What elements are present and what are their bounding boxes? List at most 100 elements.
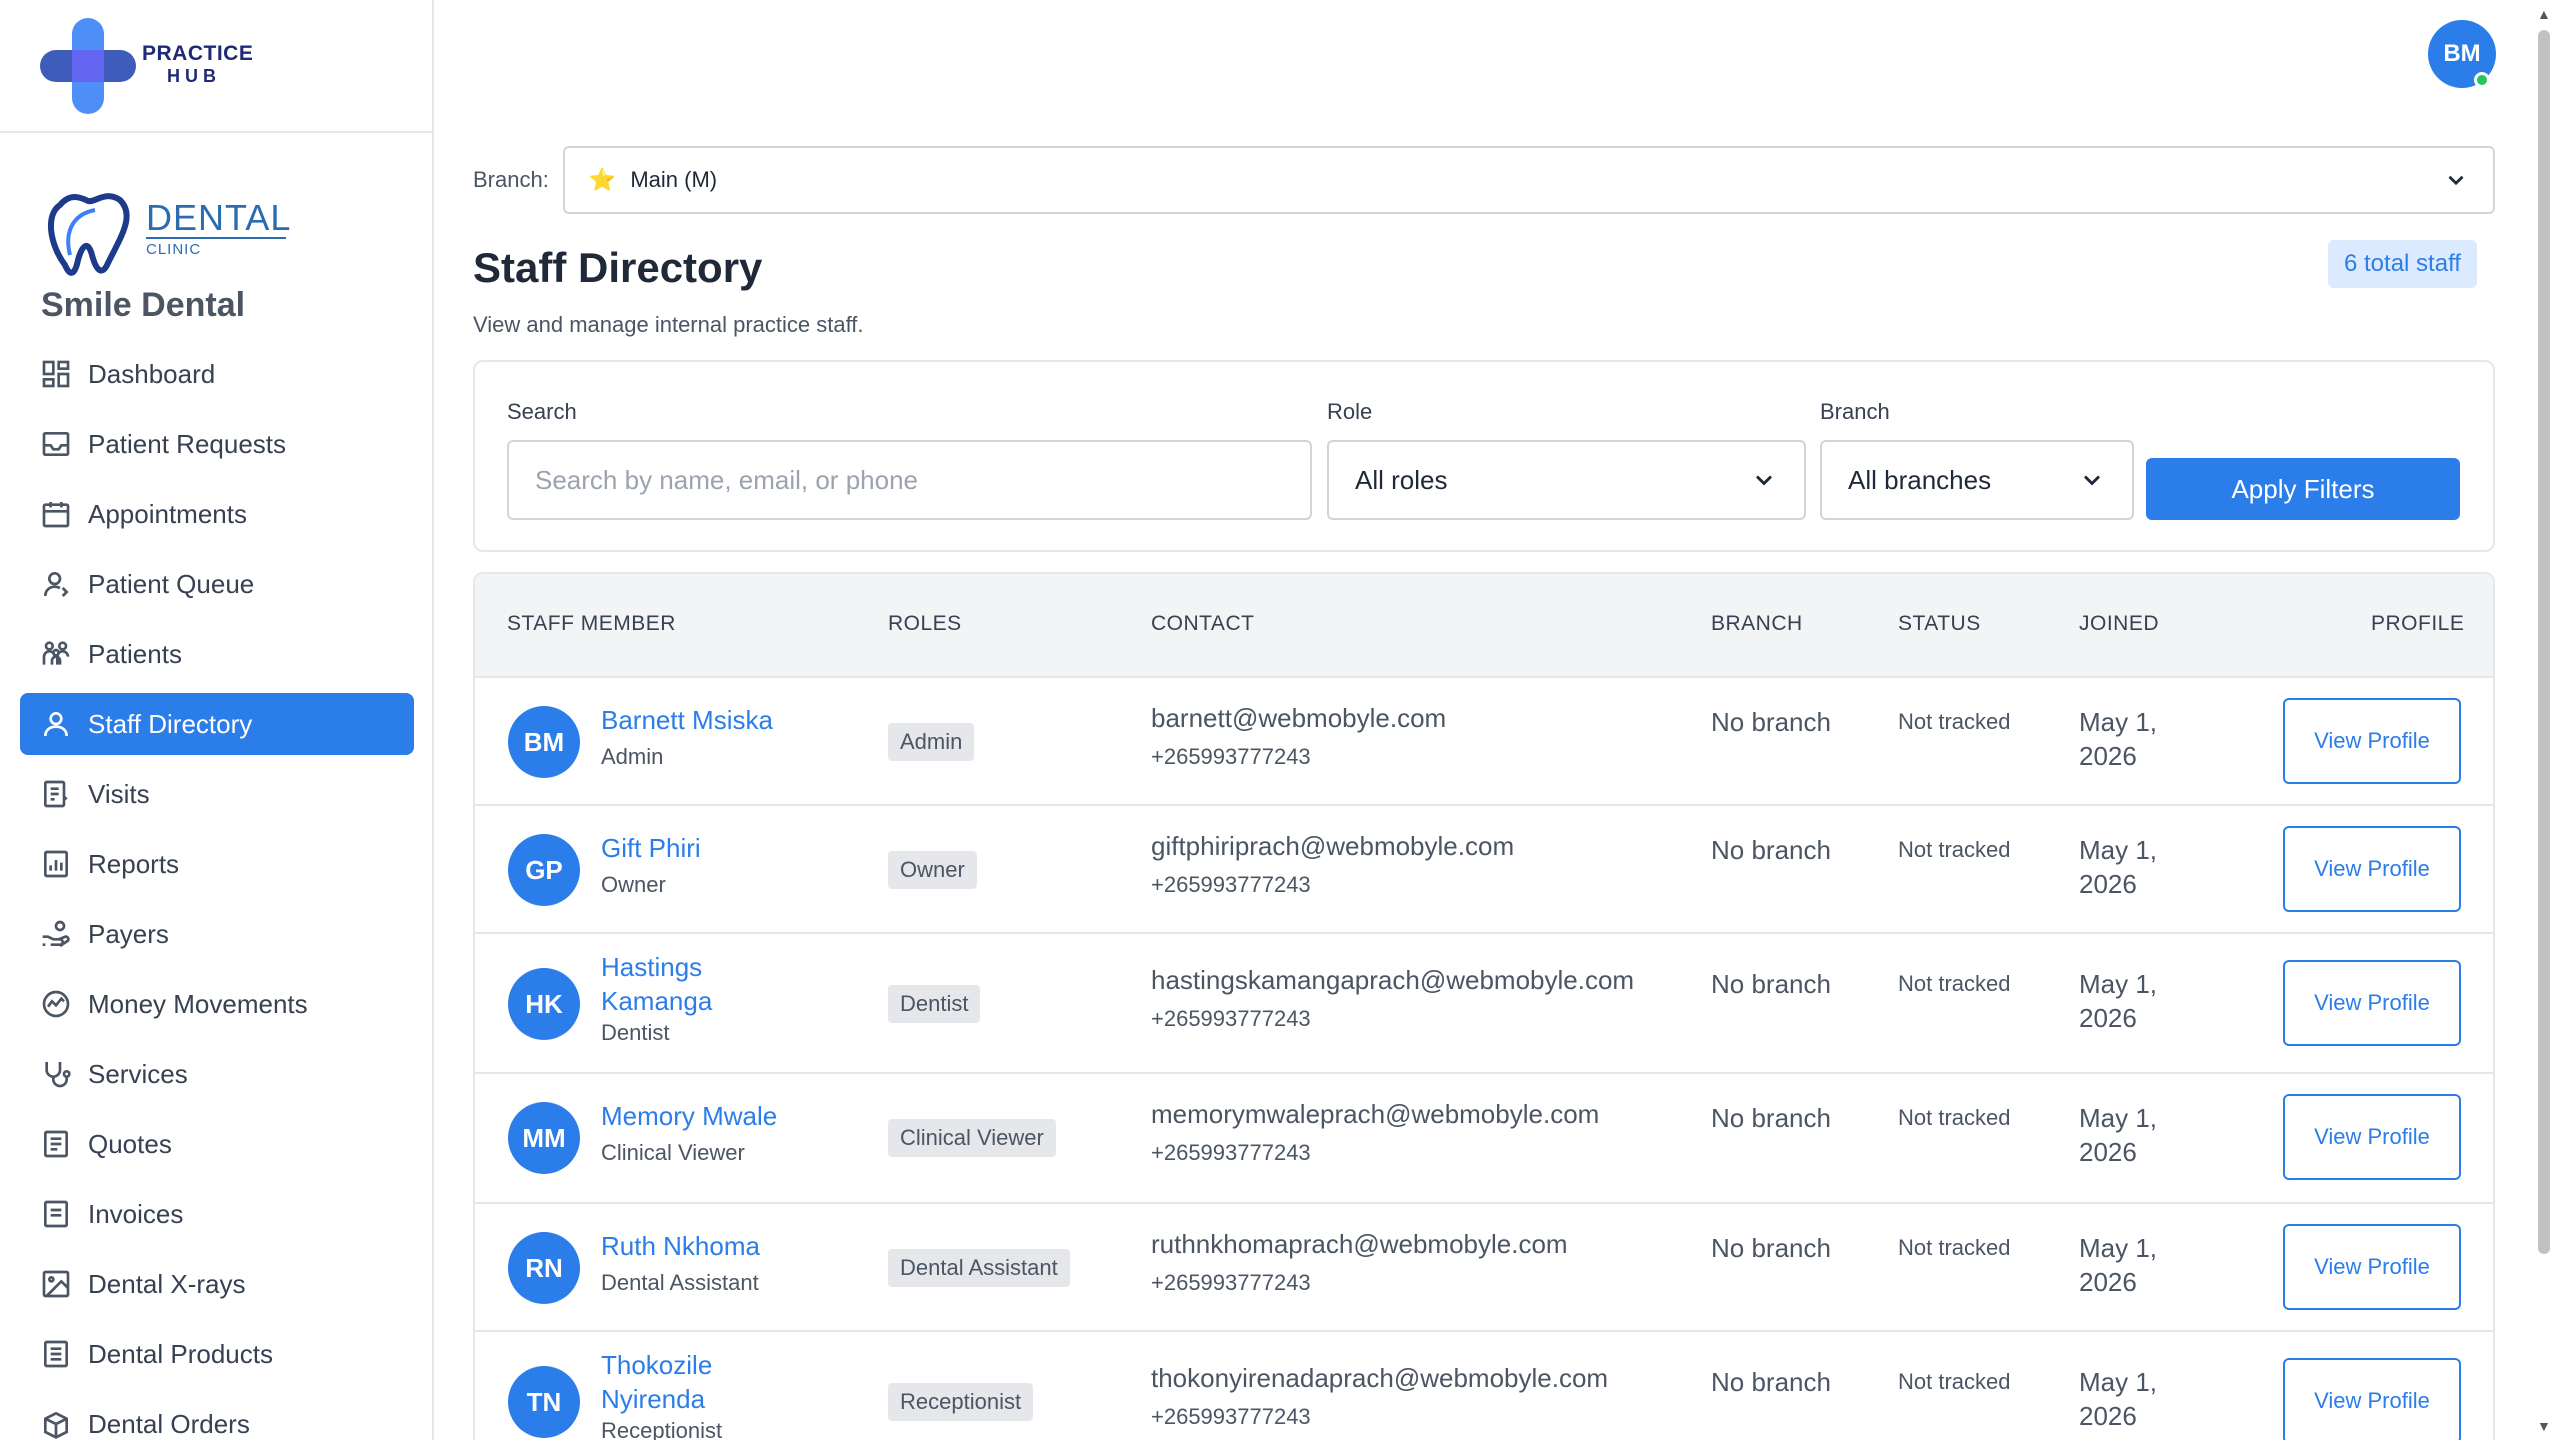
sidebar-item-visits[interactable]: Visits (20, 763, 414, 825)
sidebar-item-dental-orders[interactable]: Dental Orders (20, 1393, 414, 1440)
clipboard-icon (40, 778, 72, 810)
sidebar-item-reports[interactable]: Reports (20, 833, 414, 895)
chevron-down-icon (1755, 475, 1773, 486)
document-icon (40, 1128, 72, 1160)
branch-filter-select[interactable]: All branches (1820, 440, 2134, 520)
dashboard-icon (40, 358, 72, 390)
staff-name-link[interactable]: Barnett Msiska (601, 703, 801, 737)
sidebar-item-patient-requests[interactable]: Patient Requests (20, 413, 414, 475)
column-header-contact: CONTACT (1151, 612, 1255, 635)
sidebar-item-label: Patient Requests (88, 428, 287, 459)
staff-role-text: Dentist (601, 1020, 670, 1045)
sidebar-item-label: Payers (88, 918, 169, 949)
view-profile-button[interactable]: View Profile (2283, 960, 2461, 1046)
search-input[interactable]: Search by name, email, or phone (507, 440, 1312, 520)
sidebar-item-label: Invoices (88, 1198, 184, 1229)
online-status-dot (2474, 72, 2490, 88)
staff-email: ruthnkhomaprach@webmobyle.com (1151, 1229, 1568, 1259)
staff-branch: No branch (1711, 1103, 1831, 1133)
avatar: BM (508, 706, 580, 778)
staff-role-text: Admin (601, 744, 664, 769)
sidebar-item-services[interactable]: Services (20, 1043, 414, 1105)
staff-phone: +265993777243 (1151, 744, 1311, 769)
branch-filter-label: Branch (1820, 399, 1890, 424)
staff-name-link[interactable]: Thokozile Nyirenda (601, 1348, 801, 1416)
view-profile-button[interactable]: View Profile (2283, 826, 2461, 912)
sidebar-item-staff-directory[interactable]: Staff Directory (20, 693, 414, 755)
view-profile-button[interactable]: View Profile (2283, 698, 2461, 784)
staff-phone: +265993777243 (1151, 1006, 1311, 1031)
chevron-down-icon (2448, 175, 2464, 186)
sidebar-item-label: Reports (88, 848, 180, 879)
money-flow-icon (40, 988, 72, 1020)
practice-hub-wordmark: PRACTICE HUB (142, 42, 253, 88)
role-select[interactable]: All roles (1327, 440, 1806, 520)
table-row: MM Memory Mwale Clinical Viewer Clinical… (475, 1074, 2493, 1204)
sidebar-item-dashboard[interactable]: Dashboard (20, 343, 414, 405)
sidebar-item-dental-products[interactable]: Dental Products (20, 1323, 414, 1385)
total-staff-badge: 6 total staff (2328, 240, 2477, 288)
staff-name-link[interactable]: Gift Phiri (601, 831, 801, 865)
stethoscope-icon (40, 1058, 72, 1090)
sidebar-item-patients[interactable]: Patients (20, 623, 414, 685)
sidebar-item-dental-xrays[interactable]: Dental X-rays (20, 1253, 414, 1315)
sidebar: PRACTICE HUB DENTAL CLINIC Smile Dental … (0, 0, 434, 1440)
sidebar-item-quotes[interactable]: Quotes (20, 1113, 414, 1175)
staff-role-text: Receptionist (601, 1418, 723, 1440)
tooth-icon (47, 193, 130, 276)
sidebar-item-label: Dental Products (88, 1338, 273, 1369)
view-profile-button[interactable]: View Profile (2283, 1224, 2461, 1310)
practice-hub-logo[interactable]: PRACTICE HUB (0, 0, 432, 133)
sidebar-item-patient-queue[interactable]: Patient Queue (20, 553, 414, 615)
avatar: HK (508, 968, 580, 1040)
image-icon (40, 1268, 72, 1300)
chevron-down-icon (2083, 475, 2101, 486)
staff-role-text: Owner (601, 872, 666, 897)
page-scrollbar[interactable] (2538, 30, 2550, 1254)
scroll-up-arrow-icon[interactable]: ▲ (2537, 6, 2551, 22)
staff-phone: +265993777243 (1151, 1140, 1311, 1165)
role-badge: Dentist (888, 985, 981, 1023)
sidebar-item-label: Dashboard (88, 358, 216, 389)
user-icon (40, 708, 72, 740)
column-header-roles: ROLES (888, 612, 962, 635)
branch-select[interactable]: ⭐ Main (M) (562, 146, 2495, 214)
staff-joined: May 1, 2026 (2079, 707, 2158, 771)
dental-clinic-logo: DENTAL CLINIC (40, 185, 300, 290)
page-subtitle: View and manage internal practice staff. (473, 312, 864, 337)
sidebar-item-appointments[interactable]: Appointments (20, 483, 414, 545)
staff-role-text: Dental Assistant (601, 1270, 759, 1295)
staff-status: Not tracked (1898, 971, 2011, 996)
staff-branch: No branch (1711, 969, 1831, 999)
staff-email: thokonyirenadaprach@webmobyle.com (1151, 1363, 1609, 1393)
sidebar-item-invoices[interactable]: Invoices (20, 1183, 414, 1245)
filter-card: Search Search by name, email, or phone R… (473, 360, 2495, 552)
column-header-staff-member: STAFF MEMBER (507, 612, 676, 635)
table-row: BM Barnett Msiska Admin Admin barnett@we… (475, 678, 2493, 806)
staff-branch: No branch (1711, 1367, 1831, 1397)
view-profile-button[interactable]: View Profile (2283, 1094, 2461, 1180)
staff-email: giftphiriprach@webmobyle.com (1151, 831, 1515, 861)
role-badge: Receptionist (888, 1383, 1034, 1421)
staff-name-link[interactable]: Hastings Kamanga (601, 950, 801, 1018)
sidebar-item-money-movements[interactable]: Money Movements (20, 973, 414, 1035)
sidebar-item-label: Staff Directory (88, 708, 253, 739)
staff-name-link[interactable]: Memory Mwale (601, 1099, 801, 1133)
clinic-logo-word: DENTAL (146, 197, 292, 238)
avatar: GP (508, 834, 580, 906)
sidebar-item-label: Money Movements (88, 988, 308, 1019)
staff-table: STAFF MEMBER ROLES CONTACT BRANCH STATUS… (473, 572, 2495, 1440)
sidebar-item-payers[interactable]: Payers (20, 903, 414, 965)
table-row: TN Thokozile Nyirenda Receptionist Recep… (475, 1332, 2493, 1440)
apply-filters-button[interactable]: Apply Filters (2146, 458, 2460, 520)
staff-phone: +265993777243 (1151, 1270, 1311, 1295)
clinic-logo-sub: CLINIC (146, 237, 286, 258)
scroll-down-arrow-icon[interactable]: ▼ (2537, 1418, 2551, 1434)
column-header-profile: PROFILE (2371, 612, 2465, 635)
user-queue-icon (40, 568, 72, 600)
staff-joined: May 1, 2026 (2079, 835, 2158, 899)
staff-joined: May 1, 2026 (2079, 1367, 2158, 1431)
staff-name-link[interactable]: Ruth Nkhoma (601, 1229, 801, 1263)
view-profile-button[interactable]: View Profile (2283, 1358, 2461, 1440)
staff-branch: No branch (1711, 835, 1831, 865)
